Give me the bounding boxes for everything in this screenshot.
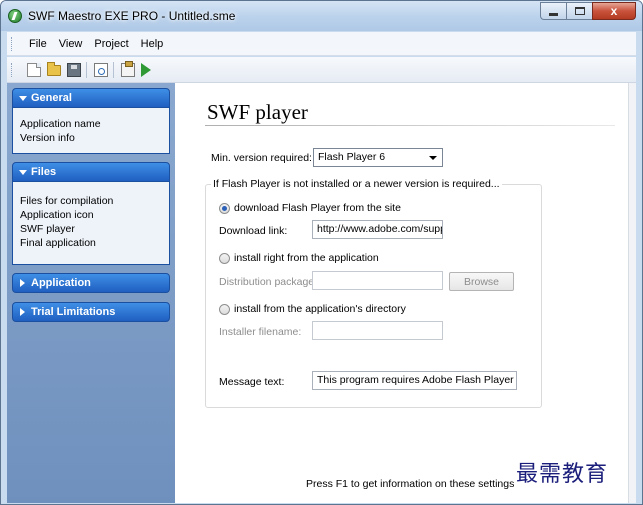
distribution-package-field[interactable] xyxy=(312,271,443,290)
maximize-button[interactable] xyxy=(566,2,592,20)
menu-view[interactable]: View xyxy=(59,38,83,50)
min-version-value: Flash Player 6 xyxy=(318,151,386,163)
minimize-icon xyxy=(549,12,558,16)
settings-page: SWF player Min. version required: Flash … xyxy=(175,83,628,503)
menu-grip-icon[interactable] xyxy=(11,37,14,51)
chevron-down-icon[interactable] xyxy=(429,156,437,160)
sidebar-item-version-info[interactable]: Version info xyxy=(20,131,162,145)
browse-button[interactable]: Browse xyxy=(449,272,514,291)
sidebar: General Application name Version info Fi… xyxy=(7,83,175,503)
radio-download[interactable] xyxy=(219,203,230,214)
sidebar-item-swf-player[interactable]: SWF player xyxy=(20,222,162,236)
maximize-icon xyxy=(574,7,585,15)
panel-header-application[interactable]: Application xyxy=(12,273,170,293)
installer-filename-field[interactable] xyxy=(312,321,443,340)
panel-header-label: Trial Limitations xyxy=(31,306,116,318)
sidebar-item-final-application[interactable]: Final application xyxy=(20,236,162,250)
sidebar-item-application-icon[interactable]: Application icon xyxy=(20,208,162,222)
open-folder-icon[interactable] xyxy=(47,62,61,76)
radio-install-from-dir[interactable] xyxy=(219,304,230,315)
min-version-label: Min. version required: xyxy=(211,152,312,164)
collapse-arrow-icon xyxy=(19,169,27,175)
close-button[interactable]: x xyxy=(592,2,636,20)
minimize-button[interactable] xyxy=(540,2,566,20)
group-legend: If Flash Player is not installed or a ne… xyxy=(211,178,502,190)
download-link-field[interactable]: http://www.adobe.com/supp xyxy=(312,220,443,239)
panel-body-files: Files for compilation Application icon S… xyxy=(12,182,170,265)
toolbar-separator xyxy=(86,62,87,78)
scrollbar[interactable] xyxy=(628,83,636,503)
window-controls: x xyxy=(540,2,636,20)
toolbar-grip-icon[interactable] xyxy=(11,63,14,77)
panel-header-label: Application xyxy=(31,277,91,289)
title-divider xyxy=(205,125,615,126)
download-link-label: Download link: xyxy=(219,225,288,237)
panel-header-label: General xyxy=(31,92,72,104)
toolbar-separator xyxy=(113,62,114,78)
menu-help[interactable]: Help xyxy=(141,38,164,50)
sidebar-item-application-name[interactable]: Application name xyxy=(20,117,162,131)
app-window: SWF Maestro EXE PRO - Untitled.sme x Fil… xyxy=(0,0,643,505)
page-title: SWF player xyxy=(207,100,308,124)
window-title: SWF Maestro EXE PRO - Untitled.sme xyxy=(28,9,236,23)
radio-install-from-dir-label[interactable]: install from the application's directory xyxy=(234,303,406,315)
sidebar-item-files-for-compilation[interactable]: Files for compilation xyxy=(20,194,162,208)
message-text-value: This program requires Adobe Flash Player… xyxy=(317,374,517,386)
build-icon[interactable] xyxy=(121,61,135,77)
watermark-logo: 最需教育 xyxy=(516,462,609,487)
toolbar xyxy=(7,57,636,83)
new-file-icon[interactable] xyxy=(27,63,41,77)
min-version-select[interactable]: Flash Player 6 xyxy=(313,148,443,167)
message-text-field[interactable]: This program requires Adobe Flash Player… xyxy=(312,371,517,390)
installer-filename-label: Installer filename: xyxy=(219,326,302,338)
preview-icon[interactable] xyxy=(94,63,108,77)
download-link-value: http://www.adobe.com/supp xyxy=(317,223,443,235)
panel-header-files[interactable]: Files xyxy=(12,162,170,182)
radio-download-label[interactable]: download Flash Player from the site xyxy=(234,202,401,214)
message-text-label: Message text: xyxy=(219,376,285,388)
panel-header-general[interactable]: General xyxy=(12,88,170,108)
panel-header-trial-limitations[interactable]: Trial Limitations xyxy=(12,302,170,322)
run-icon[interactable] xyxy=(141,63,151,77)
save-icon[interactable] xyxy=(67,63,81,77)
panel-header-label: Files xyxy=(31,166,57,178)
help-hint: Press F1 to get information on these set… xyxy=(306,478,515,490)
app-logo-icon[interactable] xyxy=(8,9,22,23)
menu-project[interactable]: Project xyxy=(94,38,128,50)
collapse-arrow-icon xyxy=(19,95,27,101)
close-icon: x xyxy=(610,4,618,18)
menu-file[interactable]: File xyxy=(29,38,47,50)
radio-install-from-app[interactable] xyxy=(219,253,230,264)
radio-install-from-app-label[interactable]: install right from the application xyxy=(234,252,379,264)
expand-arrow-icon xyxy=(20,279,25,287)
distribution-package-label: Distribution package: xyxy=(219,276,318,288)
title-bar[interactable]: SWF Maestro EXE PRO - Untitled.sme x xyxy=(1,1,642,31)
expand-arrow-icon xyxy=(20,308,25,316)
panel-body-general: Application name Version info xyxy=(12,108,170,154)
menu-bar: File View Project Help xyxy=(7,32,636,56)
